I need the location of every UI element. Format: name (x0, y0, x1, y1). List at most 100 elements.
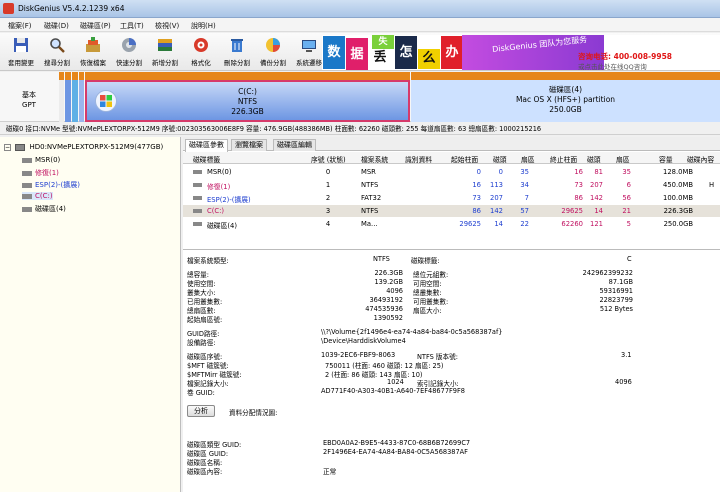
tree-node-disk[interactable]: − HD0:NVMePLEXTORPX-512M9(477GB) (4, 143, 163, 151)
drive-icon (22, 193, 32, 199)
tab-browse-files[interactable]: 瀏覽檔案 (231, 139, 267, 151)
index-size-value: 4096 (615, 378, 632, 386)
col-end-sector[interactable]: 扇區 (616, 154, 630, 164)
detail-value: 474535936 (365, 305, 403, 313)
delete-icon (231, 39, 243, 52)
detail-value: 22823799 (599, 296, 633, 304)
cell-s1: 35 (520, 168, 529, 176)
partition-guid-value: 2F1496E4-EA74-4A84-BA84-0C5A568387AF (323, 448, 468, 456)
cell-name: ESP(2)-(擴展) (207, 196, 251, 204)
table-row[interactable]: 磁碟區(4) 4 Ma... 29625 14 22 62260 121 5 250.0GB (183, 218, 720, 230)
tree-item-c[interactable]: C(C:) (22, 192, 53, 200)
menu-help[interactable]: 說明(H) (191, 21, 216, 31)
search-icon (50, 38, 65, 53)
recover-files-button[interactable]: 恢復檔案 (75, 35, 111, 69)
banner-qq-link[interactable]: 或点击此处在线QQ咨询 (578, 61, 647, 70)
table-row[interactable]: ESP(2)-(擴展) 2 FAT32 73 207 7 86 142 56 100.0MB (183, 192, 720, 204)
cell-seq: 4 (325, 220, 331, 228)
col-id[interactable]: 識別資料 (405, 154, 432, 164)
detail-value: 1390592 (373, 314, 403, 322)
new-partition-button[interactable]: 新增分割 (147, 35, 183, 69)
tree-item-recovery[interactable]: 修復(1) (22, 168, 59, 178)
col-seq[interactable]: 序號 (狀態) (311, 154, 346, 164)
table-row[interactable]: C(C:) 3 NTFS 86 142 57 29625 14 21 226.3GB (183, 205, 720, 217)
backup-partition-button[interactable]: 備份分割 (255, 35, 291, 69)
table-row[interactable]: 修復(1) 1 NTFS 16 113 34 73 207 6 450.0MB H (183, 179, 720, 191)
format-button[interactable]: 格式化 (183, 35, 219, 69)
detail-value: 59316991 (599, 287, 633, 295)
table-header: 磁碟標籤 序號 (狀態) 檔案系統 識別資料 起始柱面 磁頭 扇區 終止柱面 磁… (183, 152, 720, 164)
main-panel: 磁碟區參數 瀏覽檔案 磁碟區編輯 磁碟標籤 序號 (狀態) 檔案系統 識別資料 … (183, 137, 720, 492)
tree-item-esp[interactable]: ESP(2)-(擴展) (22, 180, 80, 190)
cell-name: 磁碟區(4) (207, 222, 238, 230)
cell-fs: NTFS (361, 181, 379, 189)
cell-fs: NTFS (361, 207, 379, 215)
drive-icon (193, 170, 202, 174)
disk-tree: − HD0:NVMePLEXTORPX-512M9(477GB) MSR(0) … (0, 137, 181, 492)
partition-block-4[interactable]: 磁碟區(4) Mac OS X (HFS+) partition 250.0GB (411, 72, 720, 122)
menu-file[interactable]: 檔案(F) (8, 21, 32, 31)
tab-partition-edit[interactable]: 磁碟區編輯 (273, 139, 316, 151)
drive-icon (22, 182, 32, 188)
cell-name: MSR(0) (207, 168, 232, 176)
col-start-cyl[interactable]: 起始柱面 (451, 154, 478, 164)
cell-h1: 207 (490, 194, 503, 202)
col-label[interactable]: 磁碟標籤 (193, 154, 220, 164)
cell-name: C(C:) (207, 207, 225, 215)
tab-partition-params[interactable]: 磁碟區參數 (185, 139, 228, 152)
cell-h1: 113 (490, 181, 503, 189)
delete-partition-button[interactable]: 刪除分割 (219, 35, 255, 69)
save-icon (14, 38, 28, 52)
tree-item-msr[interactable]: MSR(0) (22, 156, 60, 164)
cell-size: 450.0MB (663, 181, 693, 189)
disk-info-bar: 磁碟0 接口:NVMe 型號:NVMePLEXTORPX-512M9 序號:00… (0, 123, 720, 135)
quick-partition-button[interactable]: 快速分割 (111, 35, 147, 69)
menu-bar: 檔案(F) 磁碟(D) 磁碟區(P) 工具(T) 檢視(V) 說明(H) (0, 18, 720, 32)
device-path-label: 設備路徑: (187, 339, 216, 347)
menu-view[interactable]: 檢視(V) (155, 21, 179, 31)
cell-c2: 86 (574, 194, 583, 202)
cell-s2: 5 (626, 220, 631, 228)
partition-block-recovery[interactable] (65, 72, 71, 122)
col-fs[interactable]: 檔案系統 (361, 154, 388, 164)
partition-block-esp[interactable] (72, 72, 78, 122)
save-button[interactable]: 套用變更 (3, 35, 39, 69)
detail-value: 139.2GB (374, 278, 403, 286)
col-start-sector[interactable]: 扇區 (521, 154, 535, 164)
partition-attr-value: 正常 (323, 468, 337, 476)
divider (183, 249, 720, 250)
device-path-value: \Device\HarddiskVolume4 (321, 337, 406, 345)
tab-bar: 磁碟區參數 瀏覽檔案 磁碟區編輯 (183, 137, 720, 152)
col-start-head[interactable]: 磁頭 (493, 154, 507, 164)
partition-4-body: 磁碟區(4) Mac OS X (HFS+) partition 250.0GB (411, 80, 720, 122)
volume-guid-label: 卷 GUID: (187, 389, 215, 397)
cell-h2: 121 (590, 220, 603, 228)
table-row[interactable]: MSR(0) 0 MSR 0 0 35 16 81 35 128.0MB (183, 166, 720, 178)
drive-icon (22, 157, 32, 163)
col-attr[interactable]: 磁碟內容 (687, 154, 714, 164)
promo-banner[interactable]: 数 据 丢 失 怎 么 办 DiskGenius 团队为您服务 咨询电话: 40… (322, 35, 720, 70)
ntfs-version-value: 3.1 (621, 351, 632, 359)
col-end-cyl[interactable]: 終止柱面 (550, 154, 577, 164)
collapse-icon[interactable]: − (4, 143, 11, 151)
partition-block-c[interactable]: C(C:) NTFS 226.3GB (85, 72, 410, 122)
col-end-head[interactable]: 磁頭 (587, 154, 601, 164)
cell-h1: 0 (498, 168, 503, 176)
menu-partition[interactable]: 磁碟區(P) (80, 21, 111, 31)
partition-block-msr[interactable] (59, 72, 64, 122)
guid-path-value: \\?\Volume{2f1496e4-ea74-4a84-ba84-0c5a5… (321, 328, 503, 336)
drive-icon (193, 196, 202, 200)
cell-h2: 207 (590, 181, 603, 189)
cell-c2: 62260 (561, 220, 583, 228)
partition-attr-label: 磁碟區內容: (187, 468, 223, 476)
tree-item-volume4[interactable]: 磁碟區(4) (22, 204, 66, 214)
col-size[interactable]: 容量 (659, 154, 673, 164)
record-size-value: 1024 (387, 378, 404, 386)
cell-h2: 142 (590, 194, 603, 202)
search-partition-button[interactable]: 搜尋分割 (39, 35, 75, 69)
cell-c2: 73 (574, 181, 583, 189)
menu-tools[interactable]: 工具(T) (120, 21, 144, 31)
menu-disk[interactable]: 磁碟(D) (44, 21, 69, 31)
format-icon (194, 38, 208, 52)
partition-c-label: C(C:) NTFS 226.3GB (231, 87, 264, 116)
